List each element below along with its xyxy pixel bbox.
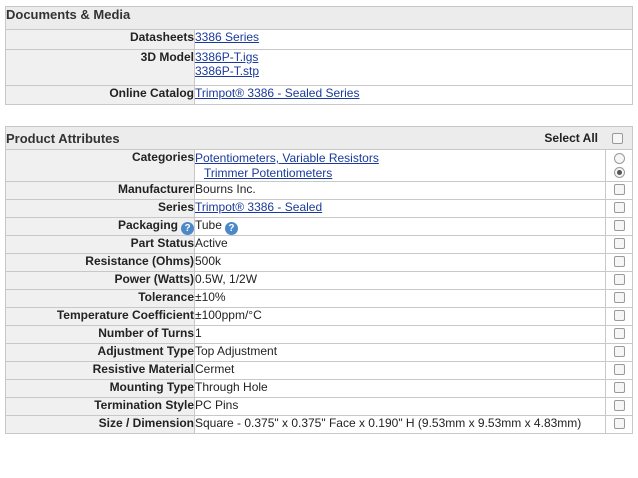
- attr-label-temperature-coefficient: Temperature Coefficient: [5, 307, 195, 326]
- doc-row-datasheets: Datasheets 3386 Series: [5, 29, 633, 50]
- attr-checkbox-number-of-turns[interactable]: [613, 328, 625, 340]
- attr-label-power-watts: Power (Watts): [5, 271, 195, 290]
- attr-checkbox-mounting-type[interactable]: [613, 382, 625, 394]
- online-catalog-link[interactable]: Trimpot® 3386 - Sealed Series: [195, 86, 359, 100]
- attr-value-manufacturer: Bourns Inc.: [195, 182, 256, 196]
- attr-checkbox-packaging[interactable]: [613, 220, 625, 232]
- attr-label-part-status: Part Status: [5, 235, 195, 254]
- doc-row-online-catalog: Online Catalog Trimpot® 3386 - Sealed Se…: [5, 85, 633, 105]
- select-all-checkbox[interactable]: [612, 132, 623, 144]
- attr-label-mounting-type: Mounting Type: [5, 379, 195, 398]
- attr-value-termination-style: PC Pins: [195, 398, 239, 412]
- product-attributes-table: Product Attributes Select All Categories…: [5, 126, 633, 434]
- attr-label-adjustment-type: Adjustment Type: [5, 343, 195, 362]
- attr-value-size-dimension: Square - 0.375" x 0.375" Face x 0.190" H…: [195, 416, 582, 430]
- attr-value-temperature-coefficient: ±100ppm/°C: [195, 308, 262, 322]
- select-all-label: Select All: [544, 131, 598, 145]
- attr-checkbox-adjustment-type[interactable]: [613, 346, 625, 358]
- attr-value-tolerance: ±10%: [195, 290, 226, 304]
- category-trimmer-radio[interactable]: [613, 167, 625, 178]
- attr-row-part-status: Part Status Active: [5, 235, 633, 254]
- category-trimmer-link[interactable]: Trimmer Potentiometers: [204, 166, 332, 180]
- product-attributes-header: Product Attributes Select All: [5, 126, 633, 150]
- attr-value-mounting-type: Through Hole: [195, 380, 268, 394]
- attr-checkbox-manufacturer[interactable]: [613, 184, 625, 196]
- category-potentiometers-radio[interactable]: [613, 153, 625, 164]
- attr-checkbox-part-status[interactable]: [613, 238, 625, 250]
- attr-row-resistance-ohms: Resistance (Ohms) 500k: [5, 253, 633, 272]
- attr-label-resistive-material: Resistive Material: [5, 361, 195, 380]
- attr-value-power-watts: 0.5W, 1/2W: [195, 272, 258, 286]
- attr-checkbox-series[interactable]: [613, 202, 625, 214]
- attr-value-resistance-ohms: 500k: [195, 254, 222, 268]
- attr-label-number-of-turns: Number of Turns: [5, 325, 195, 344]
- attr-checkbox-power-watts[interactable]: [613, 274, 625, 286]
- attr-label-size-dimension: Size / Dimension: [5, 415, 195, 434]
- attr-checkbox-temperature-coefficient[interactable]: [613, 310, 625, 322]
- attr-label-manufacturer: Manufacturer: [5, 181, 195, 200]
- attr-row-number-of-turns: Number of Turns 1: [5, 325, 633, 344]
- attr-value-adjustment-type: Top Adjustment: [195, 344, 278, 358]
- attr-checkbox-resistive-material[interactable]: [613, 364, 625, 376]
- attr-value-part-status: Active: [195, 236, 228, 250]
- attr-checkbox-termination-style[interactable]: [613, 400, 625, 412]
- doc-label-3d-model: 3D Model: [5, 49, 195, 86]
- attr-label-tolerance: Tolerance: [5, 289, 195, 308]
- attr-row-resistive-material: Resistive Material Cermet: [5, 361, 633, 380]
- attr-row-adjustment-type: Adjustment Type Top Adjustment: [5, 343, 633, 362]
- attr-row-power-watts: Power (Watts) 0.5W, 1/2W: [5, 271, 633, 290]
- datasheet-link[interactable]: 3386 Series: [195, 30, 259, 44]
- documents-media-title: Documents & Media: [5, 6, 633, 30]
- attr-row-temperature-coefficient: Temperature Coefficient ±100ppm/°C: [5, 307, 633, 326]
- help-icon[interactable]: ?: [224, 222, 238, 235]
- attr-row-termination-style: Termination Style PC Pins: [5, 397, 633, 416]
- category-potentiometers-link[interactable]: Potentiometers, Variable Resistors: [195, 151, 379, 165]
- attr-row-manufacturer: Manufacturer Bourns Inc.: [5, 181, 633, 200]
- product-attributes-title: Product Attributes: [6, 130, 120, 146]
- attr-row-tolerance: Tolerance ±10%: [5, 289, 633, 308]
- documents-media-table: Documents & Media Datasheets 3386 Series…: [5, 6, 633, 105]
- attr-row-series: Series Trimpot® 3386 - Sealed: [5, 199, 633, 218]
- attr-label-packaging: Packaging?: [5, 217, 195, 236]
- doc-label-online-catalog: Online Catalog: [5, 85, 195, 105]
- attr-row-size-dimension: Size / Dimension Square - 0.375" x 0.375"…: [5, 415, 633, 434]
- doc-label-datasheets: Datasheets: [5, 29, 195, 50]
- help-icon[interactable]: ?: [181, 222, 194, 235]
- 3d-model-igs-link[interactable]: 3386P-T.igs: [195, 50, 258, 64]
- attr-label-categories: Categories: [5, 149, 195, 182]
- doc-row-3d-model: 3D Model 3386P-T.igs 3386P-T.stp: [5, 49, 633, 86]
- attr-checkbox-resistance-ohms[interactable]: [613, 256, 625, 268]
- attr-row-categories: Categories Potentiometers, Variable Resi…: [5, 149, 633, 182]
- attr-label-series: Series: [5, 199, 195, 218]
- attr-value-number-of-turns: 1: [195, 326, 202, 340]
- attr-row-packaging: Packaging? Tube?: [5, 217, 633, 236]
- attr-checkbox-size-dimension[interactable]: [613, 418, 625, 430]
- attr-row-mounting-type: Mounting Type Through Hole: [5, 379, 633, 398]
- attr-label-resistance-ohms: Resistance (Ohms): [5, 253, 195, 272]
- attr-label-termination-style: Termination Style: [5, 397, 195, 416]
- attr-value-resistive-material: Cermet: [195, 362, 235, 376]
- documents-media-header: Documents & Media: [5, 6, 633, 30]
- attr-checkbox-tolerance[interactable]: [613, 292, 625, 304]
- 3d-model-stp-link[interactable]: 3386P-T.stp: [195, 64, 259, 78]
- attr-value-series[interactable]: Trimpot® 3386 - Sealed: [195, 200, 322, 214]
- attr-value-packaging: Tube: [195, 218, 222, 232]
